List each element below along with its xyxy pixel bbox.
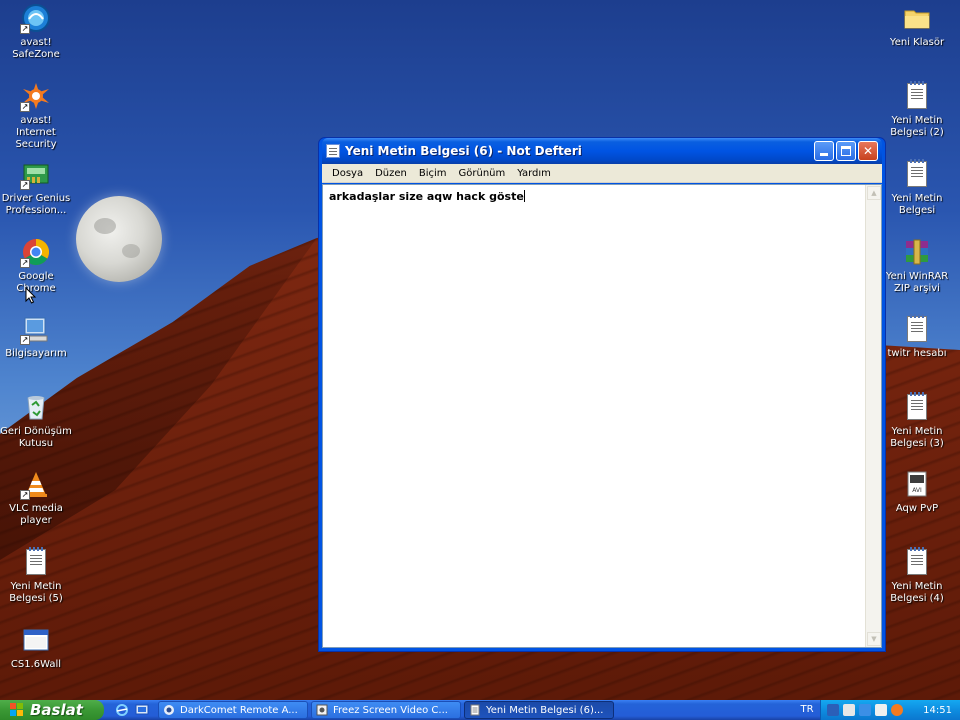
video-capture-icon [316, 704, 328, 716]
text-document-icon [901, 158, 933, 190]
internet-explorer-icon[interactable] [114, 702, 130, 718]
notepad-window[interactable]: Yeni Metin Belgesi (6) - Not Defteri ✕ D… [318, 137, 886, 652]
text-document-icon [20, 546, 52, 578]
task-freez-screen-video[interactable]: Freez Screen Video C... [311, 701, 461, 719]
editor-text: arkadaşlar size aqw hack göste [329, 190, 524, 203]
menu-duzen[interactable]: Düzen [369, 164, 413, 183]
task-label: DarkComet Remote A... [180, 704, 298, 716]
text-document-icon [901, 313, 933, 345]
maximize-icon [841, 146, 851, 156]
text-editor-area[interactable]: arkadaşlar size aqw hack göste ▲ ▼ [322, 184, 882, 648]
minimize-button[interactable] [814, 141, 834, 161]
window-title: Yeni Metin Belgesi (6) - Not Defteri [345, 144, 582, 158]
task-darkcomet[interactable]: DarkComet Remote A... [158, 701, 308, 719]
quick-launch [114, 702, 150, 718]
menu-gorunum[interactable]: Görünüm [453, 164, 512, 183]
clock[interactable]: 14:51 [923, 705, 952, 716]
desktop-icon-twitr-hesabi[interactable]: twitr hesabı [881, 313, 953, 360]
vertical-scrollbar[interactable]: ▲ ▼ [865, 185, 881, 647]
window-app-icon [20, 624, 52, 656]
desktop-icon-driver-genius[interactable]: ↗ Driver Genius Profession... [0, 158, 72, 217]
desktop-icon-text-document-2[interactable]: Yeni Metin Belgesi (2) [881, 80, 953, 139]
vlc-icon: ↗ [20, 468, 52, 500]
tray-avast-icon[interactable] [891, 704, 903, 716]
desktop-icon-text-document[interactable]: Yeni Metin Belgesi [881, 158, 953, 217]
desktop-icon-my-computer[interactable]: ↗ Bilgisayarım [0, 313, 72, 360]
chrome-icon: ↗ [20, 236, 52, 268]
show-desktop-icon[interactable] [134, 702, 150, 718]
menu-dosya[interactable]: Dosya [326, 164, 369, 183]
notepad-icon [326, 144, 340, 158]
menu-yardim[interactable]: Yardım [511, 164, 557, 183]
mouse-cursor-icon [25, 287, 37, 304]
darkcomet-icon [164, 705, 174, 715]
desktop-icon-aqw-pvp[interactable]: AVI Aqw PvP [881, 468, 953, 515]
windows-logo-icon [10, 703, 24, 717]
system-tray: 14:51 [820, 700, 960, 720]
text-caret [523, 190, 525, 202]
desktop-icon-cs16wall[interactable]: CS1.6Wall [0, 624, 72, 671]
start-button[interactable]: Baslat [0, 700, 104, 720]
desktop-icon-text-document-4[interactable]: Yeni Metin Belgesi (4) [881, 546, 953, 605]
task-notepad[interactable]: Yeni Metin Belgesi (6)... [464, 701, 614, 719]
close-button[interactable]: ✕ [858, 141, 878, 161]
desktop-icon-vlc[interactable]: ↗ VLC media player [0, 468, 72, 527]
language-indicator[interactable]: TR [794, 700, 820, 720]
avast-safezone-icon: ↗ [20, 2, 52, 34]
text-document-icon [901, 546, 933, 578]
task-label: Freez Screen Video C... [333, 704, 448, 716]
avast-icon: ↗ [20, 80, 52, 112]
desktop-icon-winrar-zip[interactable]: Yeni WinRAR ZIP arşivi [881, 236, 953, 295]
tray-network-icon[interactable] [843, 704, 855, 716]
desktop-icon-new-folder[interactable]: Yeni Klasör [881, 2, 953, 49]
notepad-icon [470, 704, 480, 716]
menubar: Dosya Düzen Biçim Görünüm Yardım [322, 164, 882, 183]
desktop-icon-avast-safezone[interactable]: ↗ avast! SafeZone [0, 2, 72, 61]
driver-genius-icon: ↗ [20, 158, 52, 190]
scroll-up-arrow-icon[interactable]: ▲ [867, 186, 881, 200]
svg-text:AVI: AVI [912, 487, 922, 494]
scroll-down-arrow-icon[interactable]: ▼ [867, 632, 881, 646]
text-document-icon [901, 391, 933, 423]
close-icon: ✕ [862, 144, 874, 158]
desktop-icon-avast-internet-security[interactable]: ↗ avast! Internet Security [0, 80, 72, 151]
maximize-button[interactable] [836, 141, 856, 161]
desktop-icon-text-document-5[interactable]: Yeni Metin Belgesi (5) [0, 546, 72, 605]
menu-bicim[interactable]: Biçim [413, 164, 453, 183]
desktop-icon-text-document-3[interactable]: Yeni Metin Belgesi (3) [881, 391, 953, 450]
avi-file-icon: AVI [901, 468, 933, 500]
task-label: Yeni Metin Belgesi (6)... [486, 704, 604, 716]
recycle-bin-icon [20, 391, 52, 423]
tray-volume-icon[interactable] [875, 704, 887, 716]
start-label: Baslat [30, 701, 83, 719]
desktop-icon-recycle-bin[interactable]: Geri Dönüşüm Kutusu [0, 391, 72, 450]
wallpaper-moon [76, 196, 162, 282]
tray-chevron-icon[interactable] [827, 704, 839, 716]
tray-safely-remove-icon[interactable] [859, 704, 871, 716]
folder-icon [901, 2, 933, 34]
notepad-titlebar[interactable]: Yeni Metin Belgesi (6) - Not Defteri ✕ [322, 138, 882, 164]
minimize-icon [820, 153, 828, 156]
winrar-icon [901, 236, 933, 268]
computer-icon: ↗ [20, 313, 52, 345]
text-document-icon [901, 80, 933, 112]
